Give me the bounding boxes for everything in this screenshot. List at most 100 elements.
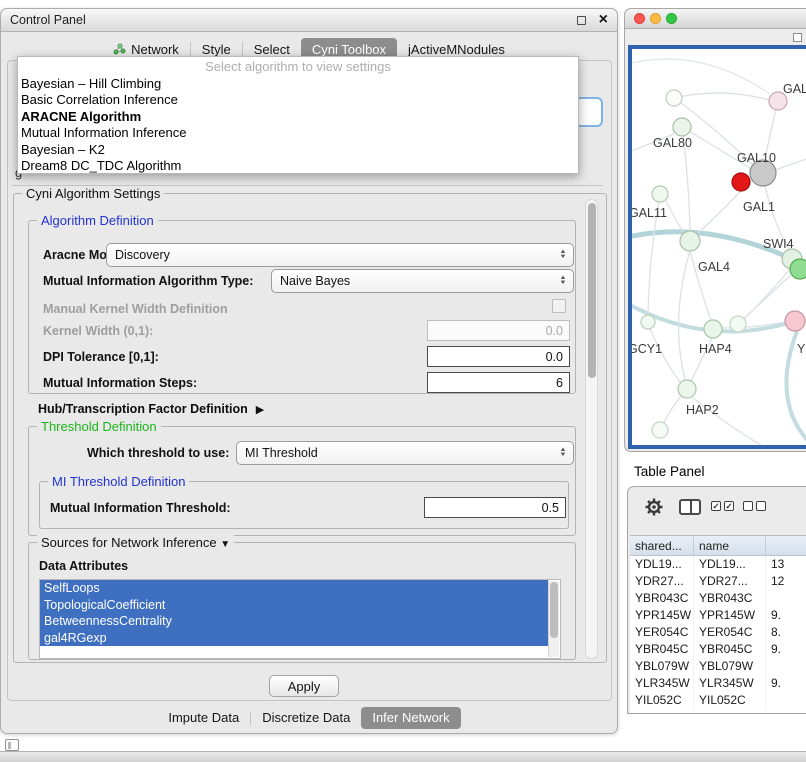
columns-icon[interactable] <box>679 499 701 515</box>
table-row[interactable]: YPR145WYPR145W9. <box>630 607 806 624</box>
select-all-icon[interactable]: ✓ ✓ <box>711 501 734 511</box>
network-node[interactable] <box>704 320 722 338</box>
network-node[interactable] <box>673 118 691 136</box>
network-edge <box>664 395 682 423</box>
gear-icon[interactable] <box>644 497 664 517</box>
sources-title-text: Sources for Network Inference <box>41 535 217 550</box>
table-cell: YLR345W <box>630 675 694 692</box>
panel-toggle-icon[interactable] <box>5 739 19 751</box>
expanded-triangle-icon[interactable]: ▼ <box>220 539 230 550</box>
settings-scrollbar[interactable] <box>585 199 598 659</box>
table-cell: YPR145W <box>694 607 766 624</box>
mi-algorithm-type-select[interactable]: Naive Bayes ▲ ▼ <box>271 269 574 293</box>
bottom-status-strip <box>0 751 806 762</box>
table-cell: YBL079W <box>694 658 766 675</box>
scrollbar-thumb[interactable] <box>588 203 596 378</box>
algorithm-option[interactable]: ARACNE Algorithm <box>18 109 578 125</box>
network-node-label: GAL80 <box>653 136 692 150</box>
mi-threshold-field[interactable]: 0.5 <box>424 497 566 518</box>
hub-factor-label: Hub/Transcription Factor Definition <box>38 402 248 416</box>
table-cell: 12 <box>766 573 806 590</box>
algorithm-definition-title: Algorithm Definition <box>37 213 158 228</box>
table-cell: YLR345W <box>694 675 766 692</box>
attribute-item[interactable]: gal4RGexp <box>40 630 548 647</box>
small-checkbox-fragment[interactable] <box>793 33 802 42</box>
network-node[interactable] <box>652 422 668 438</box>
which-threshold-label: Which threshold to use: <box>87 446 229 460</box>
network-edge <box>632 59 770 94</box>
network-node[interactable] <box>678 380 696 398</box>
algorithm-option[interactable]: Dream8 DC_TDC Algorithm <box>18 158 578 174</box>
table-row[interactable]: YDR27...YDR27...12 <box>630 573 806 590</box>
table-row[interactable]: YIL052CYIL052C <box>630 692 806 709</box>
algorithm-option[interactable]: Bayesian – K2 <box>18 142 578 158</box>
column-header[interactable] <box>766 536 806 555</box>
network-node[interactable] <box>730 316 746 332</box>
aracne-mode-select[interactable]: Discovery ▲ ▼ <box>106 243 574 267</box>
network-node-label: HAP4 <box>699 342 732 356</box>
minimize-traffic-light[interactable] <box>650 13 661 24</box>
network-node[interactable] <box>732 173 750 191</box>
network-node[interactable] <box>666 90 682 106</box>
table-row[interactable]: YBR045CYBR045C9. <box>630 641 806 658</box>
manual-kernel-checkbox[interactable] <box>552 299 566 313</box>
network-node[interactable] <box>652 186 668 202</box>
network-node[interactable] <box>790 259 806 279</box>
table-row[interactable]: YLR345WYLR345W9. <box>630 675 806 692</box>
control-panel-titlebar[interactable]: Control Panel × <box>1 9 617 32</box>
network-svg[interactable]: GAL8GAL80GAL10GAL11GAL1SWI4GAL4GCY1HAP4Y… <box>632 49 806 445</box>
apply-button[interactable]: Apply <box>269 675 339 697</box>
column-header[interactable]: name <box>694 536 766 555</box>
zoom-traffic-light[interactable] <box>666 13 677 24</box>
network-canvas[interactable]: GAL8GAL80GAL10GAL11GAL1SWI4GAL4GCY1HAP4Y… <box>628 45 806 449</box>
tab-infer-network[interactable]: Infer Network <box>361 707 460 729</box>
network-node-label: GAL8 <box>783 82 806 96</box>
tab-discretize-data[interactable]: Discretize Data <box>251 707 361 729</box>
algorithm-option[interactable]: Bayesian – Hill Climbing <box>18 76 578 92</box>
attribute-item[interactable]: BetweennessCentrality <box>40 613 548 630</box>
table-cell: 9. <box>766 607 806 624</box>
mi-steps-field[interactable]: 6 <box>427 372 570 393</box>
dpi-tolerance-field[interactable]: 0.0 <box>427 346 570 367</box>
down-arrow-glyph: ▼ <box>559 255 566 260</box>
collapsed-triangle-icon[interactable]: ▶ <box>256 403 264 416</box>
network-node[interactable] <box>680 231 700 251</box>
selected-value: MI Threshold <box>245 446 318 460</box>
table-row[interactable]: YBL079WYBL079W <box>630 658 806 675</box>
sources-group-title[interactable]: Sources for Network Inference ▼ <box>37 535 234 550</box>
mi-threshold-definition-title: MI Threshold Definition <box>48 474 189 489</box>
close-icon[interactable]: × <box>599 13 608 27</box>
tab-label: Select <box>254 42 290 57</box>
tab-impute-data[interactable]: Impute Data <box>157 707 250 729</box>
column-header[interactable]: shared... <box>630 536 694 555</box>
table-row[interactable]: YER054CYER054C8. <box>630 624 806 641</box>
combo-arrows-icon: ▲ ▼ <box>560 250 566 260</box>
algorithm-option[interactable]: Basic Correlation Inference <box>18 92 578 108</box>
network-edge <box>698 191 741 233</box>
network-edge <box>775 157 806 170</box>
down-arrow-glyph: ▼ <box>559 453 566 458</box>
network-window-titlebar[interactable] <box>625 9 806 29</box>
table-cell: YPR145W <box>630 607 694 624</box>
attribute-item[interactable]: TopologicalCoefficient <box>40 597 548 614</box>
network-node-label: GAL11 <box>632 206 667 220</box>
network-node[interactable] <box>785 311 805 331</box>
table-row[interactable]: YBR043CYBR043C <box>630 590 806 607</box>
bottom-tab-bar: Impute Data Discretize Data Infer Networ… <box>1 706 617 729</box>
float-window-icon[interactable] <box>577 16 586 25</box>
selected-value: Discovery <box>115 248 170 262</box>
kernel-width-field[interactable]: 0.0 <box>427 320 570 341</box>
close-traffic-light[interactable] <box>634 13 645 24</box>
sources-group: Sources for Network Inference ▼ Data Att… <box>28 542 576 660</box>
list-scrollbar-thumb[interactable] <box>550 582 558 638</box>
manual-kernel-label: Manual Kernel Width Definition <box>43 302 228 316</box>
hub-factor-expander[interactable]: Hub/Transcription Factor Definition ▶ <box>38 400 264 418</box>
which-threshold-select[interactable]: MI Threshold ▲ ▼ <box>236 441 574 465</box>
table-row[interactable]: YDL19...YDL19...13 <box>630 556 806 573</box>
data-attributes-list[interactable]: SelfLoopsTopologicalCoefficientBetweenne… <box>39 579 561 659</box>
list-scrollbar[interactable] <box>548 581 559 657</box>
deselect-all-icon[interactable] <box>743 501 766 511</box>
network-node[interactable] <box>641 315 655 329</box>
attribute-item[interactable]: SelfLoops <box>40 580 548 597</box>
algorithm-option[interactable]: Mutual Information Inference <box>18 125 578 141</box>
